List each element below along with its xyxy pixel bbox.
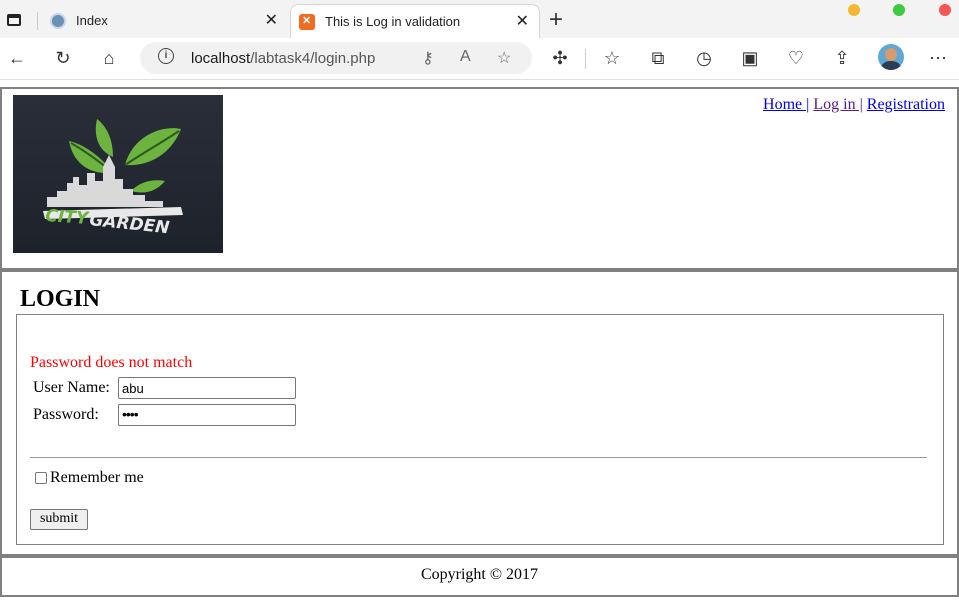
key-icon[interactable]: ⚷ — [422, 48, 434, 68]
collections-icon[interactable]: ⧉ — [647, 47, 669, 69]
url-text[interactable]: localhost/labtask4/login.php — [191, 50, 375, 67]
url-path: /labtask4/login.php — [250, 50, 376, 67]
add-favorite-icon[interactable]: ☆ — [497, 48, 511, 68]
minimize-window-button[interactable] — [848, 4, 860, 16]
globe-favicon-icon — [50, 13, 66, 29]
close-window-button[interactable] — [939, 4, 951, 16]
submit-button[interactable]: submit — [30, 509, 88, 530]
copyright-text: Copyright © 2017 — [420, 566, 539, 583]
toolbar-separator — [585, 49, 586, 69]
close-tab-icon[interactable]: ✕ — [516, 11, 529, 31]
site-info-icon[interactable]: i — [158, 48, 174, 64]
home-icon[interactable]: ⌂ — [98, 47, 120, 69]
browser-essentials-icon[interactable]: ♡ — [785, 47, 807, 69]
tab-title: This is Log in validation — [325, 14, 461, 29]
tab-actions-button[interactable] — [4, 10, 24, 30]
tab-separator — [37, 12, 38, 30]
new-tab-icon[interactable]: + — [549, 6, 563, 34]
page-footer: Copyright © 2017 — [0, 556, 959, 597]
nav-link-home[interactable]: Home | — [763, 96, 809, 113]
more-menu-icon[interactable]: ⋯ — [927, 47, 949, 69]
top-navigation: Home | Log in | Registration — [763, 96, 945, 114]
error-message: Password does not match — [30, 354, 193, 371]
username-label: User Name: — [33, 379, 110, 396]
share-icon[interactable]: ⇪ — [831, 47, 853, 69]
close-tab-icon[interactable]: ✕ — [265, 10, 278, 30]
form-divider — [30, 457, 927, 458]
remember-me-label: Remember me — [50, 469, 144, 486]
read-aloud-icon[interactable]: A — [460, 48, 471, 66]
username-input[interactable] — [118, 377, 296, 399]
citygarden-logo: CITY GARDEN — [13, 95, 223, 253]
citygarden-logo-graphic: CITY GARDEN — [43, 119, 183, 238]
favorites-icon[interactable]: ☆ — [601, 47, 623, 69]
profile-avatar[interactable] — [878, 44, 904, 70]
address-bar[interactable]: i localhost/labtask4/login.php ⚷ A ☆ — [140, 42, 532, 74]
login-fieldset — [16, 314, 944, 545]
browser-toolbar: ← ↻ ⌂ i localhost/labtask4/login.php ⚷ A… — [0, 38, 959, 80]
tab-index[interactable]: Index ✕ — [42, 4, 288, 38]
password-input[interactable]: •••• — [118, 404, 296, 426]
tab-title: Index — [76, 13, 108, 28]
page-header: CITY GARDEN Home | Log in | Registration — [0, 87, 959, 270]
refresh-icon[interactable]: ↻ — [52, 47, 74, 69]
remember-me-checkbox[interactable] — [35, 472, 47, 484]
svg-text:CITY: CITY — [45, 206, 91, 229]
xampp-favicon-icon — [299, 14, 315, 30]
login-legend: LOGIN — [18, 286, 103, 313]
nav-link-log-in[interactable]: Log in | — [813, 96, 862, 113]
back-arrow-icon[interactable]: ← — [6, 47, 28, 69]
tab-login-validation[interactable]: This is Log in validation ✕ — [290, 4, 540, 38]
tab-actions-icon — [7, 14, 21, 26]
extensions-icon[interactable]: ✣ — [549, 47, 571, 69]
maximize-window-button[interactable] — [893, 4, 905, 16]
math-solver-icon[interactable]: ▣ — [739, 47, 761, 69]
history-icon[interactable]: ◷ — [693, 47, 715, 69]
nav-link-registration[interactable]: Registration — [867, 96, 945, 113]
url-host: localhost — [191, 50, 251, 67]
password-label: Password: — [33, 406, 99, 423]
tab-strip: Index ✕ This is Log in validation ✕ + — [0, 0, 959, 38]
